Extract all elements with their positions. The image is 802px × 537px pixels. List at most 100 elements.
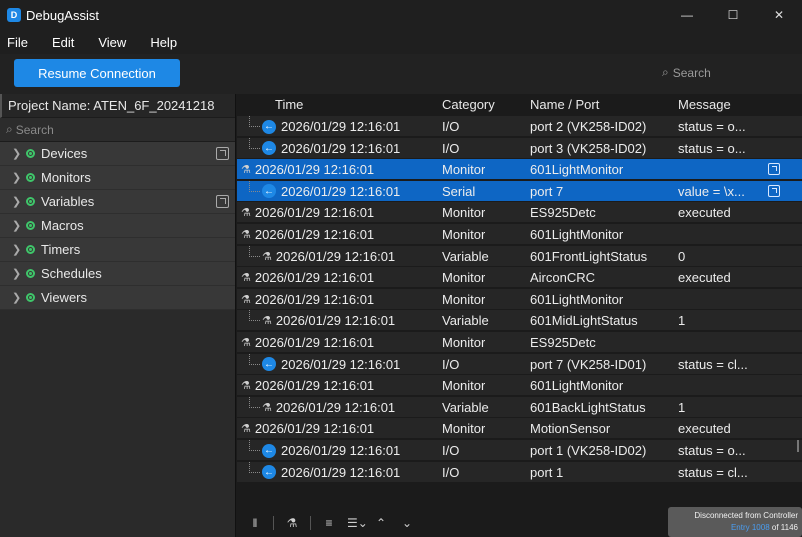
toolbar: Resume Connection ⌕ [0,54,802,94]
chevron-right-icon[interactable]: ❯ [12,243,26,256]
log-row[interactable]: ← 2026/01/29 12:16:01 I/O port 3 (VK258-ID0… [237,137,802,159]
log-row[interactable]: ⚗ 2026/01/29 12:16:01 Monitor 601LightMonit… [237,224,802,245]
open-detail-icon[interactable] [768,184,780,197]
tree-item-schedules[interactable]: ❯ Schedules [0,262,235,286]
network-node-icon: ⚗ [241,423,251,436]
tree-item-variables[interactable]: ❯ Variables [0,190,235,214]
tree-item-label: Variables [41,194,95,209]
tree-connector [249,320,260,322]
divider [310,515,311,530]
chevron-right-icon[interactable]: ❯ [12,291,26,304]
log-table: Time Category Name / Port Message ← 2026/… [237,94,802,537]
log-row[interactable]: ← 2026/01/29 12:16:01 I/O port 1 (VK258-ID0… [237,440,802,461]
log-row[interactable]: ⚗ 2026/01/29 12:16:01 Variable 601BackLight… [237,396,802,418]
cell-message: 1 [678,313,686,329]
log-row[interactable]: ⚗ 2026/01/29 12:16:01 Monitor AirconCRC exec… [237,267,802,289]
chevron-right-icon[interactable]: ❯ [12,195,26,208]
network-node-icon: ⚗ [262,250,272,263]
log-row[interactable]: ⚗ 2026/01/29 12:16:01 Monitor 601LightMonit… [237,159,802,181]
pause-icon[interactable]: ‖ [247,516,263,530]
cell-message: 0 [678,248,686,264]
status-dot-icon [26,149,35,158]
entry-prefix: Entry [730,523,750,532]
log-row[interactable]: ⚗ 2026/01/29 12:16:01 Monitor 601LightMonit… [237,375,802,397]
log-row[interactable]: ⚗ 2026/01/29 12:16:01 Variable 601FrontLigh… [237,245,802,267]
time-text: 2026/01/29 12:16:01 [254,205,375,221]
menu-view[interactable]: View [91,35,137,50]
open-window-icon[interactable] [216,147,229,160]
project-panel: Project Name: ATEN_6F_20241218 ⌕ ❯ Device… [0,94,236,537]
chevron-right-icon[interactable]: ❯ [12,171,26,184]
cell-name-port: 601LightMonitor [530,291,624,307]
cell-name-port: MotionSensor [530,421,611,437]
chevron-right-icon[interactable]: ❯ [12,147,26,160]
log-row[interactable]: ← 2026/01/29 12:16:01 I/O port 2 (VK258-ID0… [237,116,802,137]
column-name-port[interactable]: Name / Port [530,97,599,112]
menu-edit[interactable]: Edit [45,35,85,50]
project-search-input[interactable] [15,122,216,137]
cell-category: I/O [442,356,460,372]
status-dot-icon [26,173,35,182]
open-window-icon[interactable] [216,195,229,208]
network-node-icon: ⚗ [241,272,251,285]
io-arrow-icon: ← [262,119,276,134]
io-arrow-icon: ← [262,184,276,199]
log-row[interactable]: ⚗ 2026/01/29 12:16:01 Monitor ES925Detc exec… [237,202,802,224]
scroll-down-icon[interactable]: ⌄ [399,516,415,530]
tree-item-label: Schedules [41,266,102,281]
tree-item-macros[interactable]: ❯ Macros [0,214,235,238]
cell-category: Serial [442,183,476,199]
time-text: 2026/01/29 12:16:01 [254,162,375,178]
minimize-button[interactable]: — [664,0,710,30]
maximize-button[interactable]: ☐ [710,0,756,30]
close-button[interactable]: ✕ [756,0,802,30]
entry-counter: Entry 1008 of 1146 [672,522,798,534]
tree-item-devices[interactable]: ❯ Devices [0,142,235,166]
cell-message: value = \x... [678,183,745,199]
status-dot-icon [26,197,35,206]
cell-name-port: 601FrontLightStatus [530,248,648,264]
filter-settings-icon[interactable]: ☰⌄ [347,516,368,530]
tree-connector [249,471,260,473]
menu-help[interactable]: Help [143,35,188,50]
time-text: 2026/01/29 12:16:01 [281,119,401,134]
log-row[interactable]: ⚗ 2026/01/29 12:16:01 Monitor 601LightMonit… [237,288,802,310]
column-message[interactable]: Message [678,97,731,112]
tree-item-monitors[interactable]: ❯ Monitors [0,166,235,190]
menu-file[interactable]: File [0,35,39,50]
time-text: 2026/01/29 12:16:01 [281,183,401,199]
app-logo-icon: D [7,8,21,22]
tree-item-timers[interactable]: ❯ Timers [0,238,235,262]
chevron-right-icon[interactable]: ❯ [12,219,26,232]
time-text: 2026/01/29 12:16:01 [281,356,401,372]
chevron-right-icon[interactable]: ❯ [12,267,26,280]
scroll-up-icon[interactable]: ⌃ [373,516,389,530]
tree-item-label: Devices [41,146,88,161]
log-row[interactable]: ⚗ 2026/01/29 12:16:01 Variable 601MidLightS… [237,310,802,332]
log-row[interactable]: ← 2026/01/29 12:16:01 I/O port 7 (VK258-ID0… [237,353,802,375]
wrap-lines-icon[interactable]: ≡ [321,516,337,530]
open-detail-icon[interactable] [768,163,780,176]
scrollbar-thumb[interactable] [797,440,799,452]
log-row[interactable]: ← 2026/01/29 12:16:01 I/O port 1 status = cl… [237,461,802,483]
connection-status-badge: Disconnected from Controller Entry 1008 … [668,507,802,537]
tree-connector [249,406,260,408]
log-search-input[interactable] [672,65,793,80]
log-row[interactable]: ⚗ 2026/01/29 12:16:01 Monitor ES925Detc [237,332,802,353]
tree-item-viewers[interactable]: ❯ Viewers [0,286,235,310]
log-row[interactable]: ⚗ 2026/01/29 12:16:01 Monitor MotionSensor e… [237,418,802,440]
status-dot-icon [26,293,35,302]
cell-name-port: 601BackLightStatus [530,399,646,415]
cell-category: Monitor [442,378,486,394]
column-category[interactable]: Category [442,97,495,112]
cell-name-port: port 1 [530,464,564,480]
cell-category: I/O [442,140,460,156]
resume-connection-button[interactable]: Resume Connection [14,59,180,87]
cell-time: ⚗ 2026/01/29 12:16:01 [241,227,374,242]
column-time[interactable]: Time [275,97,303,112]
log-row[interactable]: ← 2026/01/29 12:16:01 Serial port 7 value = … [237,180,802,202]
network-filter-icon[interactable]: ⚗ [284,516,300,530]
cell-category: I/O [442,443,460,458]
cell-name-port: port 2 (VK258-ID02) [530,119,647,134]
status-dot-icon [26,245,35,254]
